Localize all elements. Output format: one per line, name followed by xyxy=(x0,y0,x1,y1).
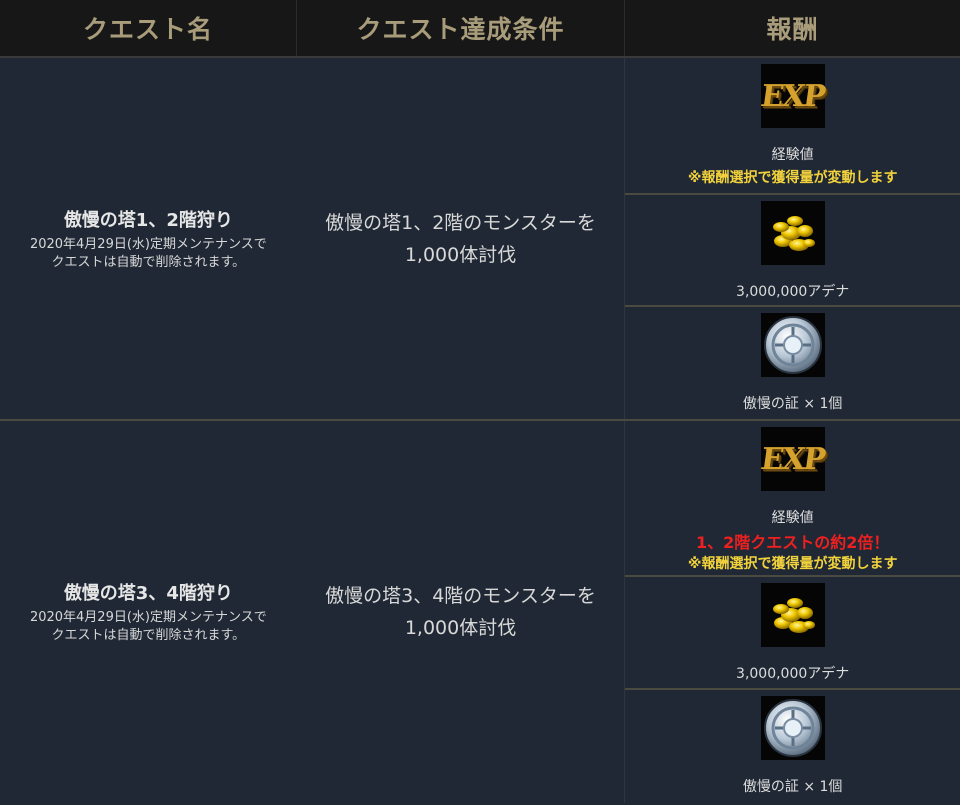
condition-line: 1,000体討伐 xyxy=(404,617,517,639)
gold-coins-icon xyxy=(760,201,825,266)
quest-condition-cell: 傲慢の塔1、2階のモンスターを 1,000体討伐 xyxy=(297,58,625,419)
quest-note: 2020年4月29日(水)定期メンテナンスで クエストは自動で削除されます。 xyxy=(30,609,267,645)
condition-line: 1,000体討伐 xyxy=(404,243,517,266)
quest-note-line: クエストは自動で削除されます。 xyxy=(51,628,246,643)
reward-label: 経験値 xyxy=(771,147,814,163)
exp-icon: EXP xyxy=(758,427,827,491)
quest-name-cell: 傲慢の塔1、2階狩り 2020年4月29日(水)定期メンテナンスで クエストは自… xyxy=(0,58,297,419)
reward-label: 3,000,000アデナ xyxy=(736,284,850,301)
reward-cell: EXP 経験値 ※報酬選択で獲得量が変動します 3,000,000アデナ 傲慢の… xyxy=(624,58,960,419)
exp-icon-text: EXP xyxy=(758,441,827,477)
silver-emblem-icon xyxy=(760,312,825,377)
header-quest-condition: クエスト達成条件 xyxy=(297,0,625,56)
reward-cell: EXP 経験値 1、2階クエストの約2倍！ ※報酬選択で獲得量が変動します 3,… xyxy=(624,421,960,803)
reward-item-exp: EXP 経験値 1、2階クエストの約2倍！ ※報酬選択で獲得量が変動します xyxy=(625,421,960,577)
condition-line: 傲慢の塔1、2階のモンスターを xyxy=(325,211,596,234)
header-quest-name: クエスト名 xyxy=(0,0,297,56)
reward-label: 傲慢の証 × 1個 xyxy=(742,395,843,412)
quest-name-cell: 傲慢の塔3、4階狩り 2020年4月29日(水)定期メンテナンスで クエストは自… xyxy=(0,421,297,803)
exp-icon-text: EXP xyxy=(758,78,827,114)
reward-note: ※報酬選択で獲得量が変動します xyxy=(687,170,898,186)
header-reward: 報酬 xyxy=(766,15,819,44)
reward-label: 傲慢の証 × 1個 xyxy=(742,779,843,795)
quest-name: 傲慢の塔3、4階狩り xyxy=(63,583,233,604)
reward-label: 経験値 xyxy=(771,510,814,526)
reward-label: 3,000,000アデナ xyxy=(736,666,850,682)
quest-note-line: クエストは自動で削除されます。 xyxy=(51,254,246,270)
quest-note-line: 2020年4月29日(水)定期メンテナンスで xyxy=(29,610,267,625)
quest-condition-cell: 傲慢の塔3、4階のモンスターを 1,000体討伐 xyxy=(297,421,625,803)
quest-condition: 傲慢の塔1、2階のモンスターを 1,000体討伐 xyxy=(325,207,596,271)
reward-item-adena: 3,000,000アデナ xyxy=(625,195,960,307)
reward-item-proof: 傲慢の証 × 1個 xyxy=(625,307,960,419)
reward-item-adena: 3,000,000アデナ xyxy=(625,577,960,690)
table-row: 傲慢の塔1、2階狩り 2020年4月29日(水)定期メンテナンスで クエストは自… xyxy=(0,58,960,421)
reward-item-proof: 傲慢の証 × 1個 xyxy=(625,690,960,803)
gold-coins-icon xyxy=(760,583,825,647)
reward-highlight: 1、2階クエストの約2倍！ xyxy=(695,533,890,552)
quest-condition: 傲慢の塔3、4階のモンスターを 1,000体討伐 xyxy=(325,580,596,644)
quest-note-line: 2020年4月29日(水)定期メンテナンスで xyxy=(29,236,267,252)
quest-name: 傲慢の塔1、2階狩り xyxy=(63,209,233,231)
condition-line: 傲慢の塔3、4階のモンスターを xyxy=(325,585,596,607)
exp-icon: EXP xyxy=(758,64,827,128)
silver-emblem-icon xyxy=(760,696,825,760)
reward-note: ※報酬選択で獲得量が変動します xyxy=(687,556,898,572)
quest-note: 2020年4月29日(水)定期メンテナンスで クエストは自動で削除されます。 xyxy=(30,236,267,272)
table-row: 傲慢の塔3、4階狩り 2020年4月29日(水)定期メンテナンスで クエストは自… xyxy=(0,421,960,803)
quest-table: クエスト名 クエスト達成条件 報酬 傲慢の塔1、2階狩り 2020年4月29日(… xyxy=(0,0,960,805)
table-header: クエスト名 クエスト達成条件 報酬 xyxy=(0,0,960,58)
reward-item-exp: EXP 経験値 ※報酬選択で獲得量が変動します xyxy=(625,58,960,196)
